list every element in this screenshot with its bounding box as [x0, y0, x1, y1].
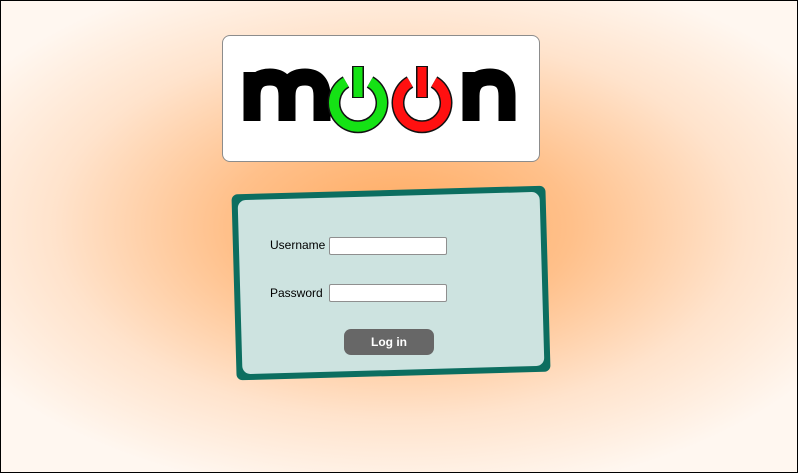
password-label: Password [270, 286, 323, 300]
username-input[interactable] [329, 237, 447, 255]
login-button[interactable]: Log in [344, 329, 434, 355]
power-icon [327, 66, 389, 134]
moon-logo [243, 66, 516, 134]
login-page: Username Password Log in [0, 0, 798, 473]
power-icon [391, 66, 453, 134]
logo-letter-m [243, 68, 331, 121]
password-input[interactable] [329, 284, 447, 302]
login-form: Username Password Log in [239, 196, 539, 368]
logo-container [222, 35, 540, 162]
logo-letter-n [462, 68, 516, 121]
username-label: Username [270, 238, 326, 252]
